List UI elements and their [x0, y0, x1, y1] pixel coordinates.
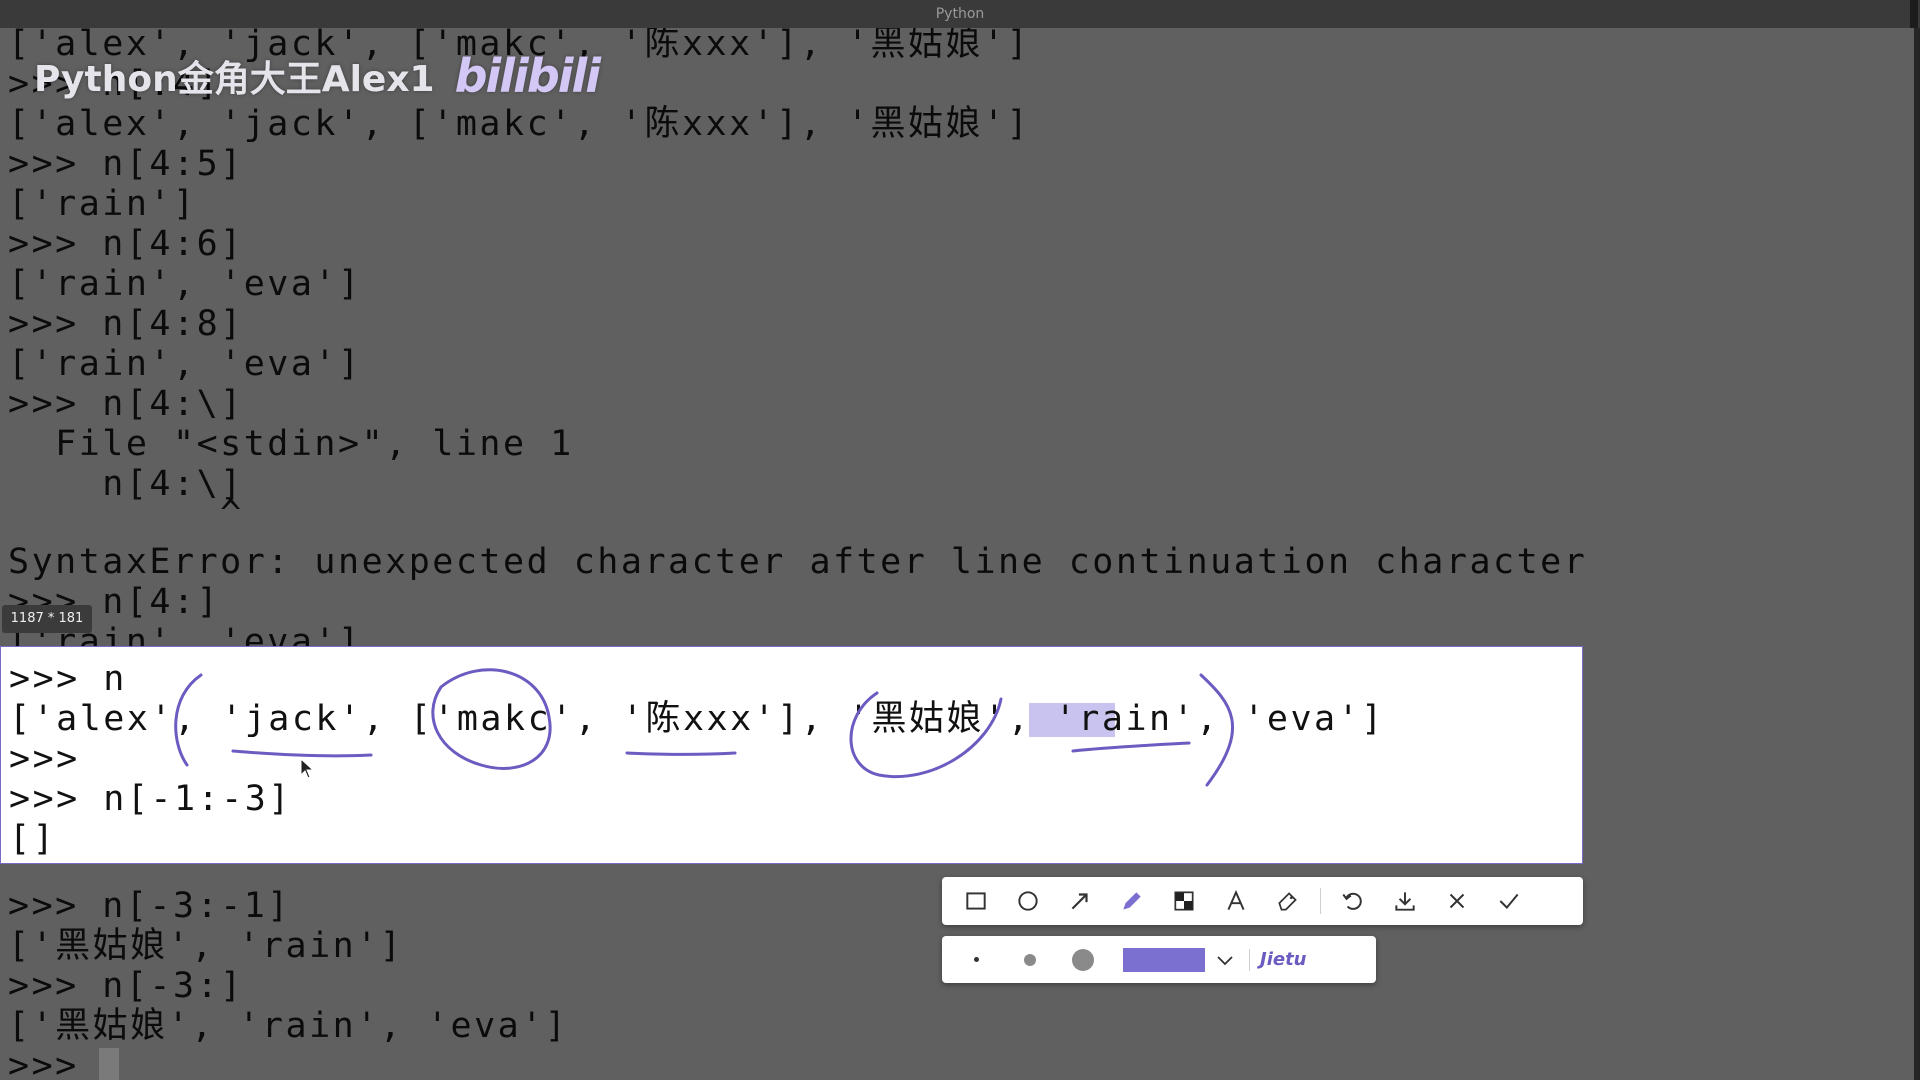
terminal-line: >>> n[4:6]	[8, 224, 244, 264]
pen-size-medium[interactable]	[1003, 936, 1056, 983]
toolbar-divider	[1320, 888, 1321, 914]
terminal-line: ^	[8, 494, 244, 534]
terminal-cursor	[99, 1048, 119, 1080]
terminal-line: >>> n[-3:-1]	[8, 886, 291, 926]
brand-divider	[1249, 948, 1250, 971]
pen-size-large[interactable]	[1056, 936, 1109, 983]
terminal-line: ['黑姑娘', 'rain', 'eva']	[8, 1006, 569, 1046]
undo-icon	[1342, 892, 1362, 910]
terminal-line: SyntaxError: unexpected character after …	[8, 542, 1588, 582]
close-icon	[1449, 893, 1465, 909]
channel-watermark: Python金角大王Alex1 bilibili	[34, 46, 601, 106]
undo-button[interactable]	[1327, 877, 1379, 925]
annotation-open-paren	[174, 673, 203, 767]
terminal-line: >>> n[4:\]	[8, 384, 244, 424]
mosaic-tool[interactable]	[1158, 877, 1210, 925]
pen-size-small[interactable]	[950, 936, 1003, 983]
square-icon	[966, 892, 986, 910]
dot-small-icon	[974, 957, 979, 962]
eraser-tool[interactable]	[1262, 877, 1314, 925]
chevron-down-icon	[1217, 955, 1233, 965]
mouse-pointer-icon	[300, 758, 315, 779]
arrow-icon	[1071, 893, 1088, 910]
cancel-button[interactable]	[1431, 877, 1483, 925]
check-icon	[1499, 893, 1519, 909]
ellipse-tool[interactable]	[1002, 877, 1054, 925]
annotation-toolbar	[942, 877, 1583, 925]
dot-medium-icon	[1023, 953, 1036, 966]
pen-annotations	[174, 668, 1234, 787]
dot-large-icon	[1071, 948, 1094, 971]
eraser-icon	[1278, 892, 1297, 911]
channel-name: Python金角大王Alex1	[34, 59, 435, 100]
bilibili-logo: bilibili	[454, 49, 601, 103]
terminal-line: ['rain']	[8, 184, 197, 224]
mosaic-icon	[1174, 891, 1194, 911]
pen-style-bar: Jietu	[942, 936, 1376, 983]
annotation-circle-heiguniang	[849, 691, 1003, 778]
arrow-tool[interactable]	[1054, 877, 1106, 925]
rectangle-tool[interactable]	[950, 877, 1002, 925]
screenshot-selection[interactable]: >>> n ['alex', 'jack', ['makc', '陈xxx'],…	[0, 646, 1583, 864]
terminal-line: ['rain', 'eva']	[8, 344, 362, 384]
terminal-line: ['黑姑娘', 'rain']	[8, 926, 404, 966]
text-icon	[1227, 889, 1245, 911]
terminal-line: ['rain', 'eva']	[8, 264, 362, 304]
terminal-line: ['alex', 'jack', ['makc', '陈xxx'], '黑姑娘'…	[8, 104, 1031, 144]
save-button[interactable]	[1379, 877, 1431, 925]
annotation-underline-chen	[625, 751, 737, 756]
annotation-circle-makc	[431, 668, 552, 770]
confirm-button[interactable]	[1483, 877, 1535, 925]
titlebar-edge	[1910, 0, 1918, 28]
terminal-line: >>> n[-3:]	[8, 966, 244, 1006]
terminal-line: >>> n[4:8]	[8, 304, 244, 344]
selection-size-badge: 1187 * 181	[2, 605, 92, 633]
annotation-close-paren	[1199, 673, 1234, 787]
pencil-icon	[1123, 892, 1141, 910]
terminal-line: >>> n[4:5]	[8, 144, 244, 184]
pen-color-swatch[interactable]	[1123, 947, 1205, 972]
circle-icon	[1018, 891, 1038, 911]
pen-tool[interactable]	[1106, 877, 1158, 925]
terminal-line: File "<stdin>", line 1	[8, 424, 574, 464]
download-icon	[1395, 892, 1415, 911]
annotation-underline-jack	[231, 749, 373, 758]
annotation-underline-rain	[1071, 741, 1191, 753]
window-right-edge	[1914, 28, 1920, 1080]
jietu-brand-logo: Jietu	[1260, 949, 1307, 970]
terminal-prompt[interactable]: >>>	[8, 1046, 102, 1080]
text-tool[interactable]	[1210, 877, 1262, 925]
window-titlebar[interactable]: Python	[0, 0, 1920, 29]
window-title: Python	[935, 6, 985, 22]
color-dropdown[interactable]	[1205, 936, 1245, 983]
